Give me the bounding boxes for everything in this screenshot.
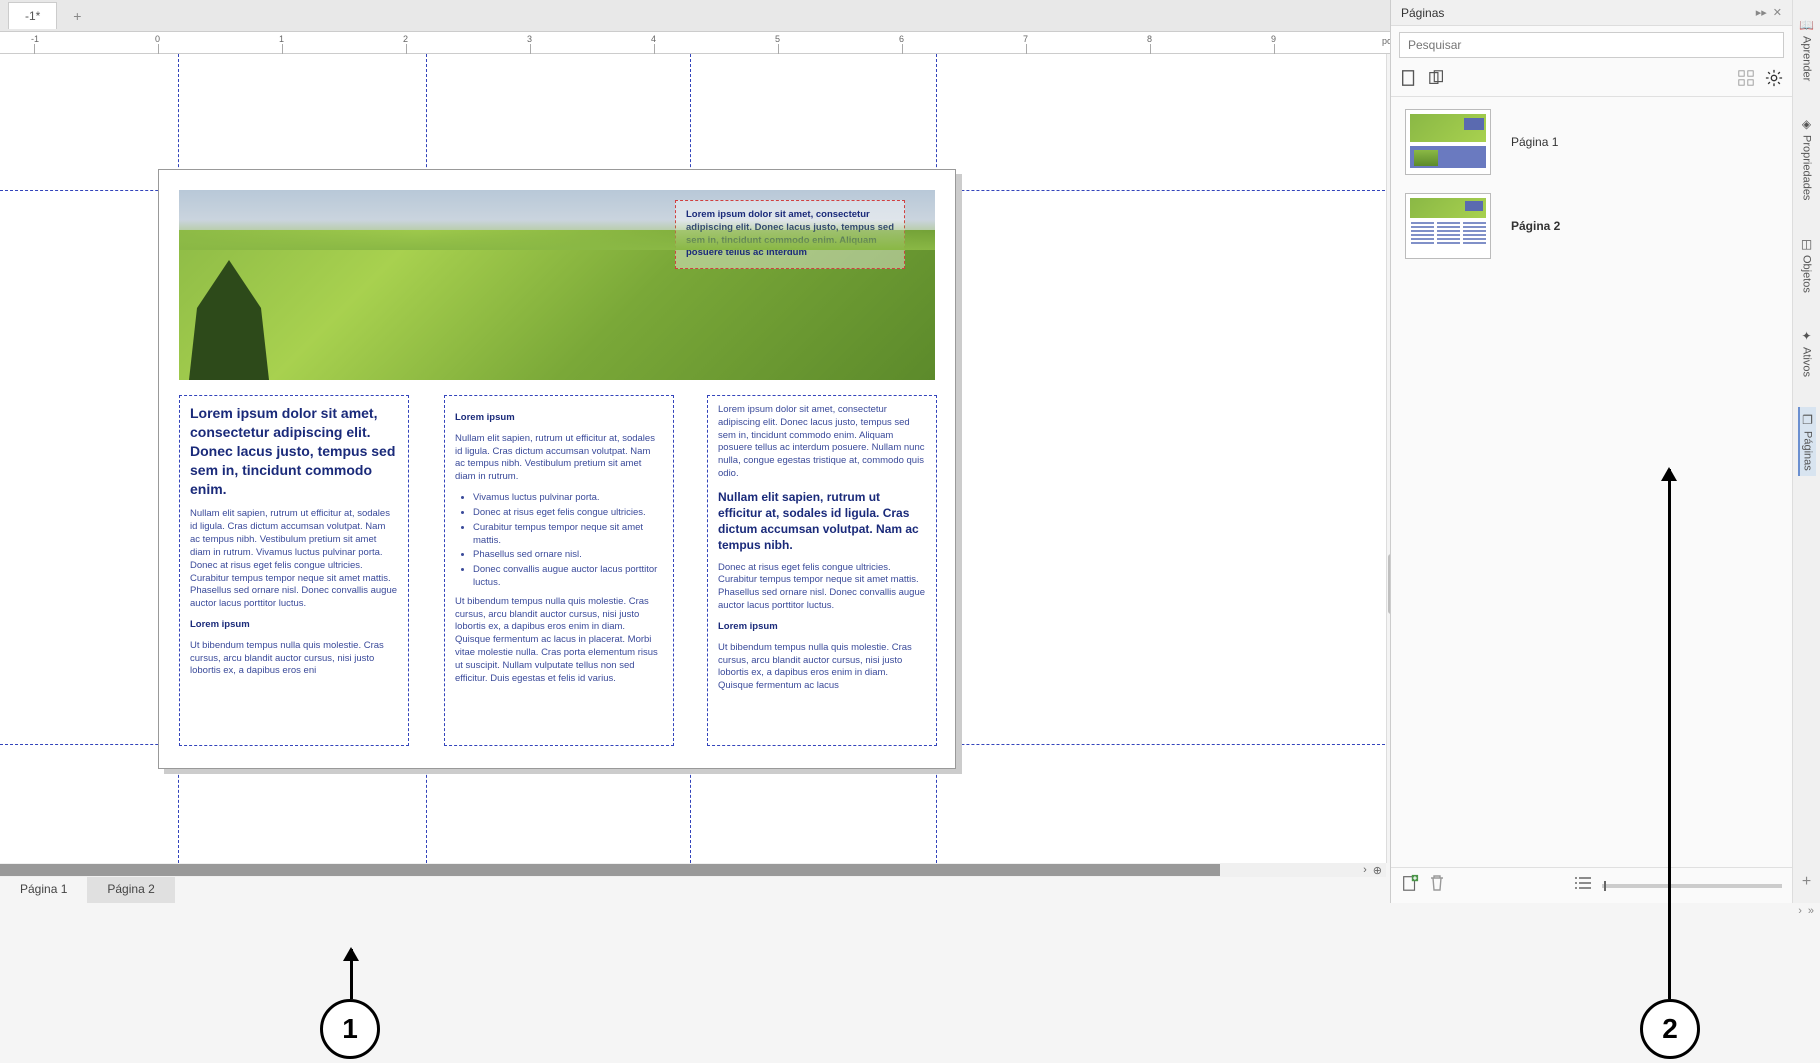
zoom-navigator-icon[interactable]: ⊕ (1373, 864, 1382, 877)
search-input[interactable] (1399, 32, 1784, 58)
docker-footer (1391, 867, 1792, 903)
horizontal-ruler[interactable]: -10123456789 pol (0, 32, 1400, 54)
more-icon[interactable]: » (1808, 905, 1814, 917)
multi-page-view-icon[interactable] (1427, 68, 1447, 88)
gear-icon[interactable] (1764, 68, 1784, 88)
scrollbar-thumb[interactable] (0, 864, 1220, 876)
annotation-arrow (350, 949, 353, 999)
docker-toolbar (1391, 64, 1792, 97)
hero-text-frame[interactable]: Lorem ipsum dolor sit amet, consectetur … (675, 200, 905, 269)
side-tab-properties[interactable]: ◈Propriedades (1799, 111, 1815, 206)
canvas-area[interactable]: Lorem ipsum dolor sit amet, consectetur … (0, 54, 1390, 863)
diamond-icon: ◈ (1802, 117, 1811, 131)
page-thumbnail-1[interactable] (1405, 109, 1491, 175)
page-thumbnails-list: Página 1 Página 2 (1391, 97, 1792, 867)
add-document-button[interactable]: + (65, 4, 89, 28)
status-bar: › » (0, 903, 1820, 923)
side-tab-objects[interactable]: ◫Objetos (1799, 231, 1815, 299)
paragraph-text: Ut bibendum tempus nulla quis molestie. … (718, 642, 926, 693)
close-docker-icon[interactable]: ✕ (1773, 6, 1782, 19)
stack-icon: ✦ (1801, 329, 1811, 343)
delete-page-icon[interactable] (1429, 874, 1445, 897)
column-subheading: Lorem ipsum (455, 412, 663, 425)
pages-docker: Páginas ▸▸ ✕ (1390, 0, 1820, 903)
text-column-2[interactable]: Lorem ipsum Nullam elit sapien, rutrum u… (444, 395, 674, 746)
pages-icon: ❐ (1802, 413, 1813, 427)
column-heading: Lorem ipsum dolor sit amet, consectetur … (190, 404, 398, 498)
hero-image[interactable]: Lorem ipsum dolor sit amet, consectetur … (179, 190, 935, 380)
docker-title: Páginas (1401, 6, 1444, 20)
column-subheading: Lorem ipsum (718, 621, 926, 634)
page-thumbnail-row[interactable]: Página 1 (1405, 109, 1778, 175)
annotation-callout-2: 2 (1640, 999, 1700, 1059)
collapse-docker-icon[interactable]: ▸▸ (1756, 6, 1767, 19)
thumbnail-label[interactable]: Página 1 (1511, 135, 1558, 149)
list-item: Curabitur tempus tempor neque sit amet m… (473, 522, 663, 548)
annotation-arrow (1668, 469, 1671, 999)
book-icon: 📖 (1799, 18, 1814, 32)
page-thumbnail-row[interactable]: Página 2 (1405, 193, 1778, 259)
layers-icon: ◫ (1801, 237, 1812, 251)
page-navigator-tabs: Página 1 Página 2 (0, 877, 1390, 903)
grid-thumbnails-icon[interactable] (1736, 68, 1756, 88)
list-item: Donec at risus eget felis congue ultrici… (473, 507, 663, 520)
list-item: Vivamus luctus pulvinar porta. (473, 492, 663, 505)
page-tab-1[interactable]: Página 1 (0, 877, 87, 903)
docker-header: Páginas ▸▸ ✕ (1391, 0, 1792, 26)
thumbnail-size-slider[interactable] (1602, 884, 1782, 888)
text-column-3[interactable]: Lorem ipsum dolor sit amet, consectetur … (707, 395, 937, 746)
next-icon[interactable]: › (1798, 905, 1802, 917)
side-tab-pages[interactable]: ❐Páginas (1798, 407, 1816, 477)
list-item: Donec convallis augue auctor lacus portt… (473, 564, 663, 590)
column-heading: Nullam elit sapien, rutrum ut efficitur … (718, 489, 926, 554)
paragraph-text: Nullam elit sapien, rutrum ut efficitur … (455, 433, 663, 484)
document-tab[interactable]: -1* (8, 2, 57, 29)
single-page-view-icon[interactable] (1399, 68, 1419, 88)
list-item: Phasellus sed ornare nisl. (473, 549, 663, 562)
side-tab-assets[interactable]: ✦Ativos (1799, 323, 1815, 383)
bullet-list: Vivamus luctus pulvinar porta. Donec at … (455, 492, 663, 590)
thumbnail-label[interactable]: Página 2 (1511, 219, 1560, 233)
add-docker-button[interactable]: + (1802, 873, 1811, 891)
text-column-1[interactable]: Lorem ipsum dolor sit amet, consectetur … (179, 395, 409, 746)
annotation-callout-1: 1 (320, 999, 380, 1059)
paragraph-text: Lorem ipsum dolor sit amet, consectetur … (718, 404, 926, 481)
side-tab-learn[interactable]: 📖Aprender (1797, 12, 1816, 87)
add-page-icon[interactable] (1401, 874, 1419, 897)
column-subheading: Lorem ipsum (190, 619, 398, 632)
page-thumbnail-2[interactable] (1405, 193, 1491, 259)
paragraph-text: Donec at risus eget felis congue ultrici… (718, 562, 926, 613)
paragraph-text: Ut bibendum tempus nulla quis molestie. … (190, 640, 398, 678)
paragraph-text: Ut bibendum tempus nulla quis molestie. … (455, 596, 663, 686)
docker-side-tabs: 📖Aprender ◈Propriedades ◫Objetos ✦Ativos… (1792, 0, 1820, 903)
page[interactable]: Lorem ipsum dolor sit amet, consectetur … (158, 169, 956, 769)
page-tab-2[interactable]: Página 2 (87, 877, 174, 903)
list-view-icon[interactable] (1574, 876, 1592, 895)
horizontal-scrollbar[interactable]: › ⊕ (0, 863, 1386, 877)
scroll-right-icon[interactable]: › (1363, 864, 1367, 876)
paragraph-text: Nullam elit sapien, rutrum ut efficitur … (190, 508, 398, 611)
